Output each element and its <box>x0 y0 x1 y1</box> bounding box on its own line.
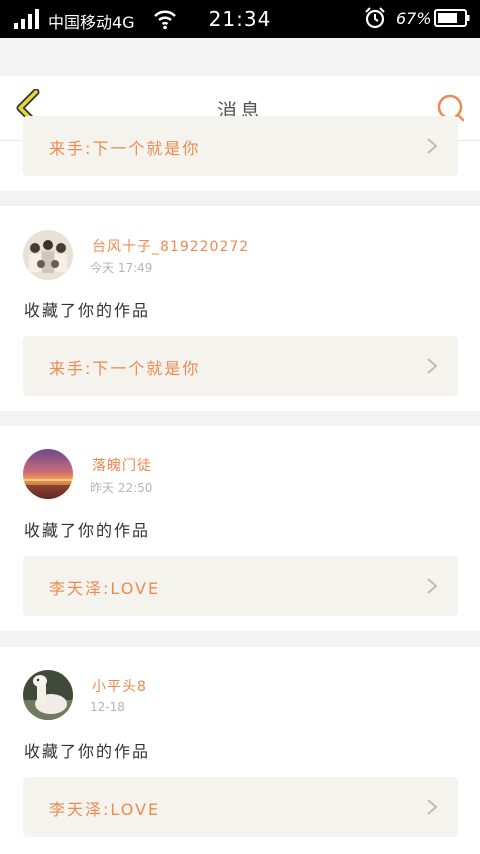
quoted-work-text: 李天泽:LOVE <box>49 800 161 819</box>
username[interactable]: 小平头8 <box>92 676 147 696</box>
action-text: 收藏了你的作品 <box>24 301 151 320</box>
username[interactable]: 落魄门徒 <box>92 455 152 475</box>
timestamp: 昨天 22:50 <box>90 481 153 495</box>
quoted-work-text: 来手:下一个就是你 <box>49 139 201 158</box>
quoted-work-text: 李天泽:LOVE <box>49 579 161 598</box>
action-text: 收藏了你的作品 <box>24 521 151 540</box>
username[interactable]: 台风十子_819220272 <box>92 236 249 256</box>
timestamp: 今天 17:49 <box>90 261 153 275</box>
battery-icon <box>434 9 470 27</box>
timestamp: 12-18 <box>90 700 125 714</box>
message-card: 来手:下一个就是你 <box>0 116 480 191</box>
message-card: 落魄门徒 昨天 22:50 收藏了你的作品 李天泽:LOVE <box>0 426 480 631</box>
status-bar: 中国移动4G 21:34 67% <box>0 0 480 38</box>
avatar[interactable] <box>23 230 73 280</box>
quoted-work[interactable]: 李天泽:LOVE <box>23 556 458 616</box>
message-card: 小平头8 12-18 收藏了你的作品 李天泽:LOVE <box>0 647 480 854</box>
quoted-work[interactable]: 来手:下一个就是你 <box>23 116 458 176</box>
chevron-right-icon <box>427 358 438 374</box>
avatar[interactable] <box>23 670 73 720</box>
action-text: 收藏了你的作品 <box>24 742 151 761</box>
quoted-work[interactable]: 李天泽:LOVE <box>23 777 458 837</box>
battery-percent: 67% <box>396 9 432 28</box>
chevron-right-icon <box>427 799 438 815</box>
quoted-work-text: 来手:下一个就是你 <box>49 359 201 378</box>
message-card: 台风十子_819220272 今天 17:49 收藏了你的作品 来手:下一个就是… <box>0 206 480 411</box>
alarm-icon <box>365 7 385 29</box>
avatar[interactable] <box>23 449 73 499</box>
chevron-right-icon <box>427 138 438 154</box>
quoted-work[interactable]: 来手:下一个就是你 <box>23 336 458 396</box>
chevron-right-icon <box>427 578 438 594</box>
